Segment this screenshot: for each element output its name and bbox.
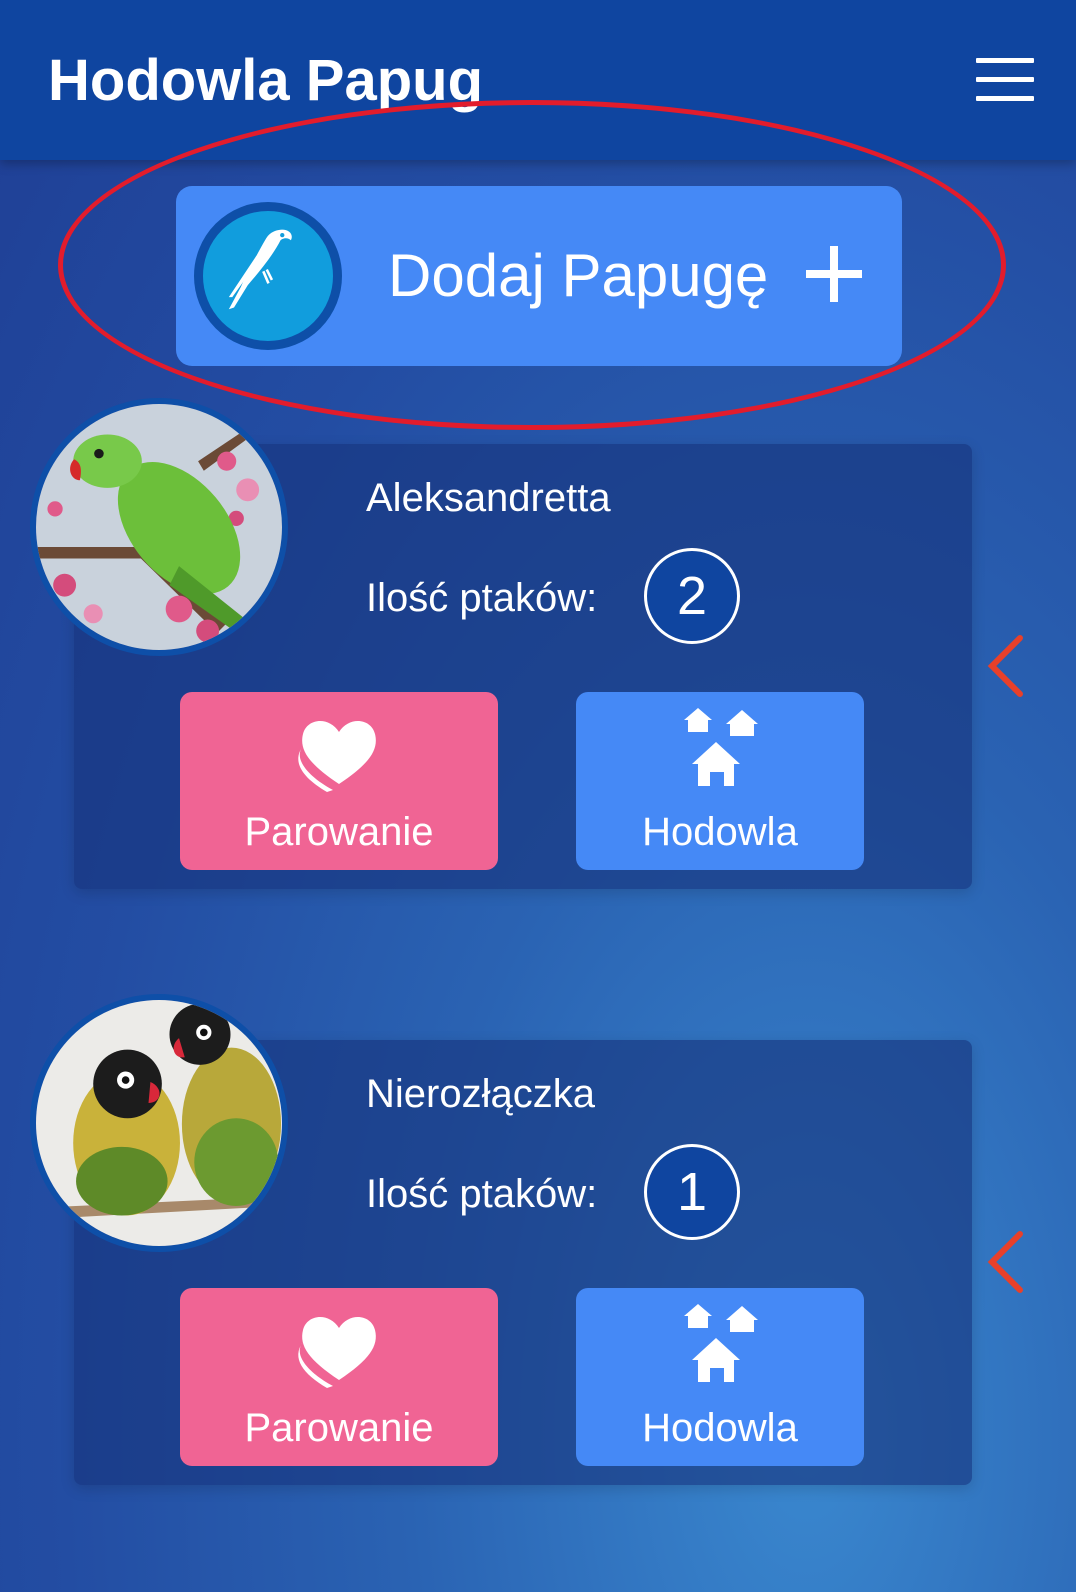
heart-icon <box>298 720 376 792</box>
species-name: Aleksandretta <box>366 476 611 520</box>
breeding-button-label: Hodowla <box>642 1406 798 1450</box>
chevron-left-icon[interactable] <box>986 634 1026 698</box>
breeding-button-label: Hodowla <box>642 810 798 854</box>
hamburger-menu-icon[interactable] <box>976 58 1034 102</box>
app-header: Hodowla Papug <box>0 0 1076 160</box>
houses-icon <box>684 1304 758 1382</box>
bird-count-badge: 2 <box>644 548 740 644</box>
add-parrot-button[interactable]: Dodaj Papugę <box>176 186 902 366</box>
nierozlaczka-avatar <box>30 994 288 1252</box>
plus-icon <box>806 246 862 302</box>
species-name: Nierozłączka <box>366 1072 595 1116</box>
breeding-button[interactable]: Hodowla <box>576 692 864 870</box>
bird-count-label: Ilość ptaków: <box>366 576 598 620</box>
chevron-left-icon[interactable] <box>986 1230 1026 1294</box>
pairing-button[interactable]: Parowanie <box>180 692 498 870</box>
pairing-button-label: Parowanie <box>244 810 434 854</box>
breeding-button[interactable]: Hodowla <box>576 1288 864 1466</box>
parrot-logo-icon <box>194 202 342 350</box>
pairing-button-label: Parowanie <box>244 1406 434 1450</box>
pairing-button[interactable]: Parowanie <box>180 1288 498 1466</box>
app-title: Hodowla Papug <box>48 48 483 113</box>
heart-icon <box>298 1316 376 1388</box>
houses-icon <box>684 708 758 786</box>
bird-count-label: Ilość ptaków: <box>366 1172 598 1216</box>
add-parrot-label: Dodaj Papugę <box>388 242 769 309</box>
aleksandretta-avatar <box>30 398 288 656</box>
bird-count-badge: 1 <box>644 1144 740 1240</box>
